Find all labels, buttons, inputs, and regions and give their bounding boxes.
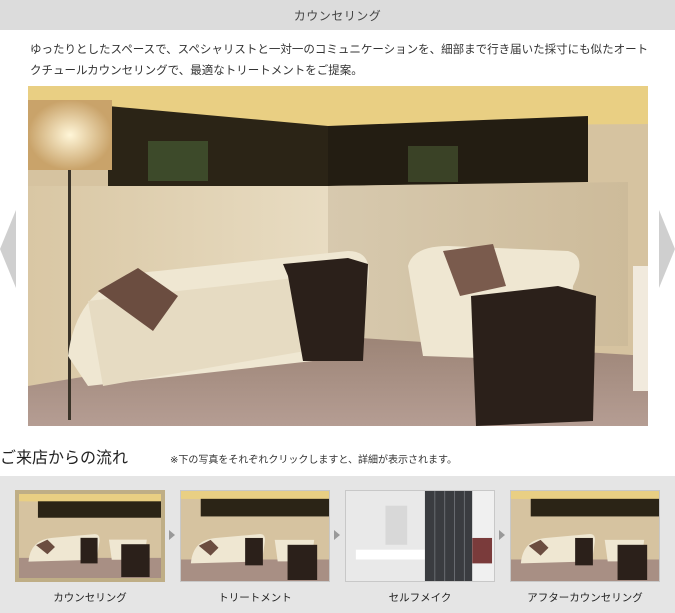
flow-arrow-icon (169, 530, 175, 540)
chevron-left-icon[interactable] (0, 210, 16, 288)
step-label-counseling[interactable]: カウンセリング (15, 590, 165, 605)
flow-arrow-icon (499, 530, 505, 540)
treatment-thumbnail-image (181, 491, 329, 581)
step-label-after-counseling[interactable]: アフターカウンセリング (510, 590, 660, 605)
flow-arrow-icon (334, 530, 340, 540)
self-makeup-thumbnail-image (346, 491, 494, 581)
chevron-right-icon[interactable] (659, 210, 675, 288)
step-label-self-makeup[interactable]: セルフメイク (345, 590, 495, 605)
flow-note: ※下の写真をそれぞれクリックしますと、詳細が表示されます。 (170, 455, 457, 466)
thumbnail-counseling[interactable] (15, 490, 165, 582)
section-title: カウンセリング (293, 8, 382, 23)
counseling-thumbnail-image (19, 494, 161, 578)
thumbnail-after-counseling[interactable] (510, 490, 660, 582)
thumbnail-self-makeup[interactable] (345, 490, 495, 582)
section-header: カウンセリング (0, 0, 675, 30)
thumbnail-treatment[interactable] (180, 490, 330, 582)
main-photo (28, 86, 648, 426)
flow-title: ご来店からの流れ (0, 448, 129, 467)
after-counseling-thumbnail-image (511, 491, 659, 581)
step-label-treatment[interactable]: トリートメント (180, 590, 330, 605)
counseling-room-photo (28, 86, 648, 426)
intro-text: ゆったりとしたスペースで、スペシャリストと一対一のコミュニケーションを、細部まで… (30, 42, 649, 77)
